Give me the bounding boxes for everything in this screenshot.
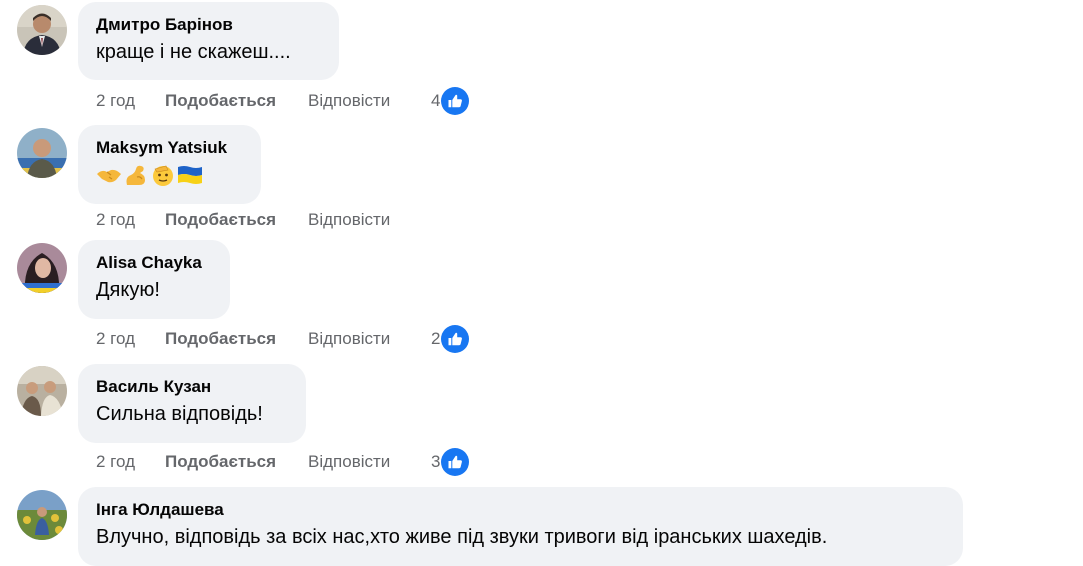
emoji-row [96,164,243,190]
comment-bubble: Василь Кузан Сильна відповідь! [78,364,306,443]
comment-bubble: Alisa Chayka Дякую! [78,240,230,319]
reaction-summary[interactable]: 4 [431,86,470,116]
comment-actions: 2 год Подобається Відповісти [96,88,390,114]
avatar[interactable] [17,243,67,293]
comment-actions: 2 год Подобається Відповісти [96,326,390,352]
comment-bubble: Дмитро Барінов краще і не скажеш.... [78,2,339,80]
reply-button[interactable]: Відповісти [308,449,390,475]
avatar[interactable] [17,5,67,55]
reply-button[interactable]: Відповісти [308,88,390,114]
handshake-icon [96,163,122,192]
flexed-biceps-icon [123,163,149,192]
author-name[interactable]: Alisa Chayka [96,252,212,274]
like-button[interactable]: Подобається [165,207,308,233]
avatar[interactable] [17,128,67,178]
avatar[interactable] [17,490,67,540]
thumbs-up-icon [441,448,470,476]
reaction-count: 4 [431,91,441,110]
reaction-count: 3 [431,452,441,471]
comment-time[interactable]: 2 год [96,326,165,352]
reply-button[interactable]: Відповісти [308,326,390,352]
thumbs-up-icon [441,87,470,115]
author-name[interactable]: Інга Юлдашева [96,499,945,521]
comment-time[interactable]: 2 год [96,449,165,475]
reaction-summary[interactable]: 2 [431,324,470,354]
thumbs-up-icon [441,325,470,353]
comment-actions: 2 год Подобається Відповісти [96,207,390,233]
comment-text: Дякую! [96,279,160,301]
reply-button[interactable]: Відповісти [308,207,390,233]
comment-text: Сильна відповідь! [96,403,263,425]
comment-actions: 2 год Подобається Відповісти [96,449,390,475]
comment-time[interactable]: 2 год [96,207,165,233]
comment-text: Влучно, відповідь за всіх нас,хто живе п… [96,526,828,548]
author-name[interactable]: Василь Кузан [96,376,288,398]
ukraine-flag-icon [177,163,203,192]
comment-text: краще і не скажеш.... [96,41,291,63]
saluting-face-icon [150,163,176,192]
reaction-count: 2 [431,329,441,348]
comment-time[interactable]: 2 год [96,88,165,114]
reaction-summary[interactable]: 3 [431,447,470,477]
author-name[interactable]: Maksym Yatsiuk [96,137,243,159]
like-button[interactable]: Подобається [165,326,308,352]
like-button[interactable]: Подобається [165,449,308,475]
author-name[interactable]: Дмитро Барінов [96,14,321,36]
comment-bubble: Maksym Yatsiuk [78,125,261,204]
avatar[interactable] [17,366,67,416]
comment-bubble: Інга Юлдашева Влучно, відповідь за всіх … [78,487,963,566]
like-button[interactable]: Подобається [165,88,308,114]
